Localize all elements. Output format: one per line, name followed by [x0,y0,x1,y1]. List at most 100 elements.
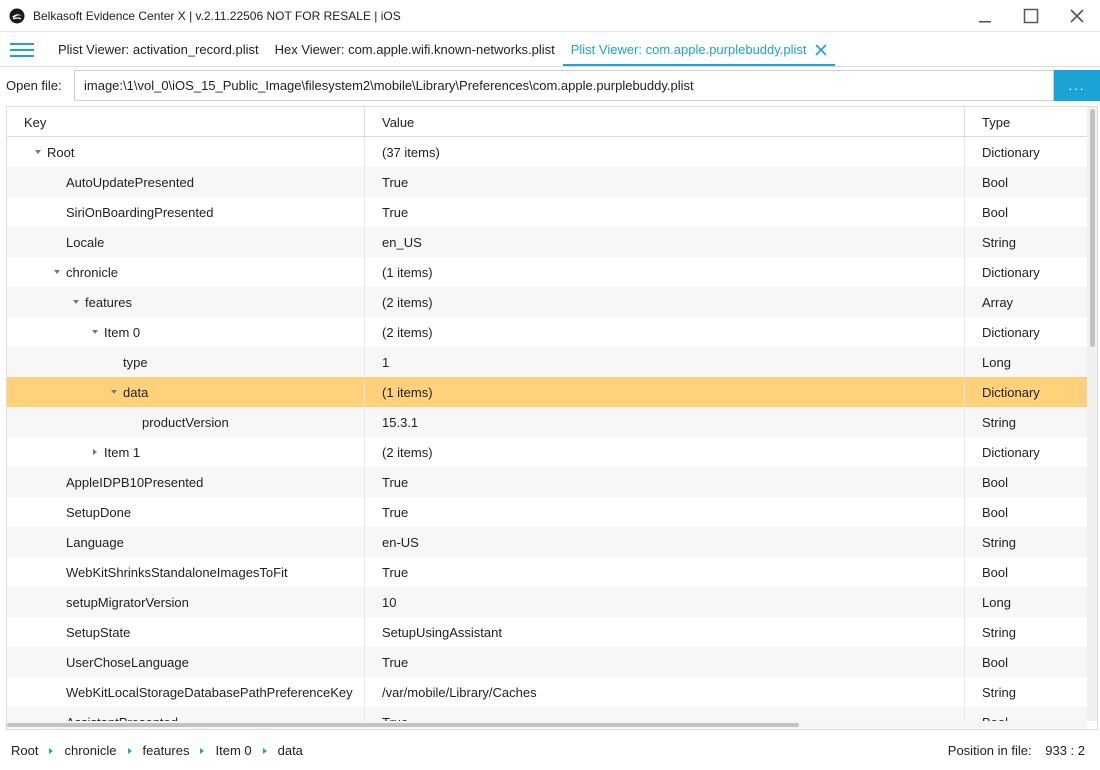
minimize-button[interactable] [962,0,1008,32]
value-cell: True [365,467,965,497]
key-cell: Language [7,527,365,557]
key-cell: Item 0 [7,317,365,347]
table-row[interactable]: Item 1 (2 items) Dictionary [7,437,1087,467]
key-cell: AppleIDPB10Presented [7,467,365,497]
breadcrumb-item[interactable]: Item 0 [215,743,251,758]
key-cell: Item 1 [7,437,365,467]
tab-bar: Plist Viewer: activation_record.plist He… [0,33,1100,67]
key-cell: SetupDone [7,497,365,527]
column-header-value[interactable]: Value [365,107,965,137]
table-row[interactable]: SetupState SetupUsingAssistant String [7,617,1087,647]
key-cell: data [7,377,365,407]
breadcrumb-item[interactable]: Root [11,743,38,758]
table-row[interactable]: data (1 items) Dictionary [7,377,1087,407]
tab-activation-record[interactable]: Plist Viewer: activation_record.plist [50,33,267,66]
column-header-key[interactable]: Key [7,107,365,137]
table-row[interactable]: SiriOnBoardingPresented True Bool [7,197,1087,227]
table-row[interactable]: WebKitLocalStorageDatabasePathPreference… [7,677,1087,707]
value-cell: (2 items) [365,437,965,467]
file-path-input[interactable]: image:\1\vol_0\iOS_15_Public_Image\files… [74,70,1054,101]
table-row[interactable]: chronicle (1 items) Dictionary [7,257,1087,287]
key-cell: WebKitLocalStorageDatabasePathPreference… [7,677,365,707]
value-cell: True [365,647,965,677]
table-row[interactable]: Item 0 (2 items) Dictionary [7,317,1087,347]
table-row[interactable]: AssistantPresentedTrueBool [7,707,1087,721]
type-cell: Bool [982,174,1009,190]
triangle-down-icon[interactable] [104,377,123,407]
key-label: setupMigratorVersion [66,594,189,610]
close-tab-button[interactable] [814,43,827,56]
tab-label: Plist Viewer: activation_record.plist [58,42,259,57]
type-cell: String [982,534,1016,550]
grid-rows: Root (37 items) Dictionary AutoUpdatePresen… [7,137,1087,721]
value-cell: 15.3.1 [365,407,965,437]
table-row[interactable]: type 1 Long [7,347,1087,377]
close-icon [814,43,827,56]
table-row[interactable]: Locale en_US String [7,227,1087,257]
grid-header: Key Value Type [7,107,1087,137]
horizontal-scroll-thumb[interactable] [7,723,799,727]
key-label: chronicle [66,264,119,280]
table-row[interactable]: setupMigratorVersion 10 Long [7,587,1087,617]
value-cell: (1 items) [365,377,965,407]
browse-button[interactable]: ... [1054,70,1100,101]
tab-hex-known-networks[interactable]: Hex Viewer: com.apple.wifi.known-network… [267,33,563,66]
table-row[interactable]: WebKitShrinksStandaloneImagesToFit True Bo… [7,557,1087,587]
key-label: Locale [66,234,105,250]
triangle-right-icon [48,747,54,755]
status-bar: Root chronicle features Item 0 data Position… [0,731,1100,770]
hamburger-menu-icon [10,42,34,57]
breadcrumb-item[interactable]: data [278,743,303,758]
type-cell: Dictionary [982,264,1040,280]
table-row[interactable]: Root (37 items) Dictionary [7,137,1087,167]
horizontal-scrollbar[interactable] [7,721,1087,729]
key-label: Language [66,534,124,550]
triangle-down-icon[interactable] [85,317,104,347]
table-row[interactable]: UserChoseLanguage True Bool [7,647,1087,677]
maximize-button[interactable] [1008,0,1054,32]
type-cell: Long [982,594,1011,610]
vertical-scrollbar[interactable] [1087,107,1097,721]
triangle-right-icon[interactable] [85,437,104,467]
table-row[interactable]: features (2 items) Array [7,287,1087,317]
triangle-right-icon [199,747,205,755]
table-row[interactable]: AutoUpdatePresented True Bool [7,167,1087,197]
main-menu-button[interactable] [0,33,44,66]
table-row[interactable]: AppleIDPB10Presented True Bool [7,467,1087,497]
value-cell: /var/mobile/Library/Caches [365,677,965,707]
breadcrumb-item[interactable]: features [143,743,190,758]
table-row[interactable]: SetupDone True Bool [7,497,1087,527]
type-cell: Array [982,294,1014,310]
column-header-type[interactable]: Type [965,107,1087,137]
triangle-down-icon[interactable] [28,137,47,167]
position-in-file: Position in file: 933 : 2 [948,743,1085,758]
table-row[interactable]: productVersion 15.3.1 String [7,407,1087,437]
table-row[interactable]: Language en-US String [7,527,1087,557]
close-window-button[interactable] [1054,0,1100,32]
tab-label: Hex Viewer: com.apple.wifi.known-network… [274,42,555,57]
value-cell: en_US [365,227,965,257]
key-label: SiriOnBoardingPresented [66,204,214,220]
triangle-down-icon[interactable] [66,287,85,317]
key-label: UserChoseLanguage [66,654,189,670]
key-label: type [123,354,148,370]
key-cell: features [7,287,365,317]
vertical-scroll-thumb[interactable] [1090,109,1095,347]
type-cell: String [982,624,1016,640]
value-cell: en-US [365,527,965,557]
key-label: data [123,384,149,400]
value-cell: True [365,167,965,197]
tab-purplebuddy[interactable]: Plist Viewer: com.apple.purplebuddy.plis… [562,33,835,66]
triangle-down-icon[interactable] [47,257,66,287]
breadcrumb-item[interactable]: chronicle [64,743,116,758]
position-value: 933 : 2 [1045,743,1085,758]
